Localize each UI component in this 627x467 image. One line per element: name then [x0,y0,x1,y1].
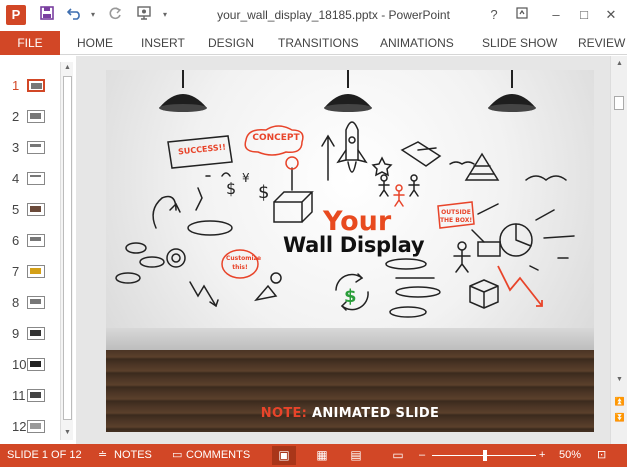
zoom-slider-handle[interactable] [483,450,487,461]
slide-number: 11 [12,388,26,403]
outside-label-line: THE BOX! [439,217,473,224]
scrollbar-thumb[interactable] [614,96,624,110]
fit-slide-icon[interactable]: ⊡ [597,444,606,467]
thumbnail-scrollbar[interactable]: ▲ ▼ [60,62,73,440]
slide-sorter-view-icon[interactable]: ▦ [310,446,334,465]
zoom-level[interactable]: 50% [559,444,581,467]
slide-thumbnail[interactable]: 5 [0,199,60,221]
slide-number: 4 [12,171,20,186]
maximize-button[interactable]: □ [573,6,595,24]
slide-thumbnail[interactable]: 2 [0,106,60,128]
next-slide-icon[interactable]: ⏬ [613,412,626,424]
reading-view-icon[interactable]: ▤ [344,446,368,465]
current-slide[interactable]: $ $ $ ¥ SUCCESS!! CONCEPT Customize this… [106,70,594,432]
slide-number: 9 [12,326,20,341]
slide-number: 3 [12,140,20,155]
slide-vertical-scrollbar[interactable]: ▲ ▼ ⏫ ⏬ [610,56,627,444]
slide-number: 2 [12,109,20,124]
previous-slide-icon[interactable]: ⏫ [613,396,626,408]
scroll-down-icon[interactable]: ▼ [613,374,626,386]
ribbon-display-options-icon[interactable] [511,6,533,24]
status-bar: SLIDE 1 OF 12 ≐ NOTES ▭ COMMENTS ▣ ▦ ▤ ▭… [0,444,627,467]
slide-number: 1 [12,78,20,93]
slide-thumbnail[interactable]: 8 [0,292,60,314]
scroll-up-icon[interactable]: ▲ [613,58,626,70]
tab-slide-show[interactable]: SLIDE SHOW [482,31,557,55]
document-title: your_wall_display_18185.pptx - PowerPoin… [217,8,450,22]
note-text: ANIMATED SLIDE [307,406,440,421]
slide-note: NOTE: ANIMATED SLIDE [106,406,594,421]
scroll-down-icon[interactable]: ▼ [61,427,74,439]
minimize-button[interactable]: – [545,6,567,24]
slide-number: 8 [12,295,20,310]
slide-number: 6 [12,233,20,248]
slide-show-view-icon[interactable]: ▭ [386,446,410,465]
slide-thumbnail[interactable]: 6 [0,230,60,252]
svg-text:$: $ [344,286,357,307]
close-button[interactable]: ✕ [600,6,622,24]
tab-design[interactable]: DESIGN [208,31,254,55]
help-icon[interactable]: ? [483,6,505,24]
wall-baseboard [106,328,594,350]
slide-thumbnail[interactable]: 1 [0,75,60,97]
slide-number: 10 [12,357,27,372]
tab-insert[interactable]: INSERT [141,31,185,55]
title-bar: P ▾ ▾ your_wall_display_18185.pptx - Pow… [0,0,627,31]
note-label: NOTE: [260,406,308,421]
slide-number: 7 [12,264,20,279]
zoom-in-button[interactable]: + [539,444,545,467]
slide-number: 5 [12,202,20,217]
outside-label: OUTSIDE THE BOX! [439,209,473,225]
slide-thumbnail[interactable]: 11 [0,385,60,407]
ribbon-tabs: FILE HOME INSERT DESIGN TRANSITIONS ANIM… [0,31,627,55]
tab-review[interactable]: REVIEW [578,31,625,55]
file-tab[interactable]: FILE [0,31,60,55]
slide-counter: SLIDE 1 OF 12 [7,449,82,461]
slide-thumbnail[interactable]: 10 [0,354,60,376]
slide-thumbnail[interactable]: 12 [0,416,60,438]
slide-thumbnail[interactable]: 7 [0,261,60,283]
slide-thumbnail[interactable]: 4 [0,168,60,190]
svg-text:$: $ [226,179,236,198]
slide-heading: Wall Display [283,233,425,257]
slide-thumbnail[interactable]: 9 [0,323,60,345]
notes-icon[interactable]: ≐ [98,444,107,467]
slide-thumbnail[interactable]: 3 [0,137,60,159]
notes-button[interactable]: NOTES [114,444,152,467]
outside-label-line: OUTSIDE [441,209,471,216]
tab-home[interactable]: HOME [77,31,113,55]
zoom-out-button[interactable]: – [419,444,425,467]
tab-transitions[interactable]: TRANSITIONS [278,31,359,55]
scroll-up-icon[interactable]: ▲ [61,62,74,74]
normal-view-icon[interactable]: ▣ [272,446,296,465]
doodle-illustration: $ $ $ ¥ [115,121,575,318]
svg-text:$: $ [258,182,269,203]
slide-thumbnail-pane: 1 2 3 4 5 6 7 8 9 10 11 12 ▲ ▼ [0,62,75,440]
slide-number: 12 [12,419,27,434]
slide-editing-area: $ $ $ ¥ SUCCESS!! CONCEPT Customize this… [76,56,610,444]
comments-icon[interactable]: ▭ [172,444,182,467]
concept-label: CONCEPT [252,133,300,143]
scrollbar-thumb[interactable] [63,76,72,420]
tab-animations[interactable]: ANIMATIONS [380,31,454,55]
svg-text:¥: ¥ [242,171,250,185]
comments-button[interactable]: COMMENTS [186,444,250,467]
customize-label: Customize this! [226,255,262,271]
